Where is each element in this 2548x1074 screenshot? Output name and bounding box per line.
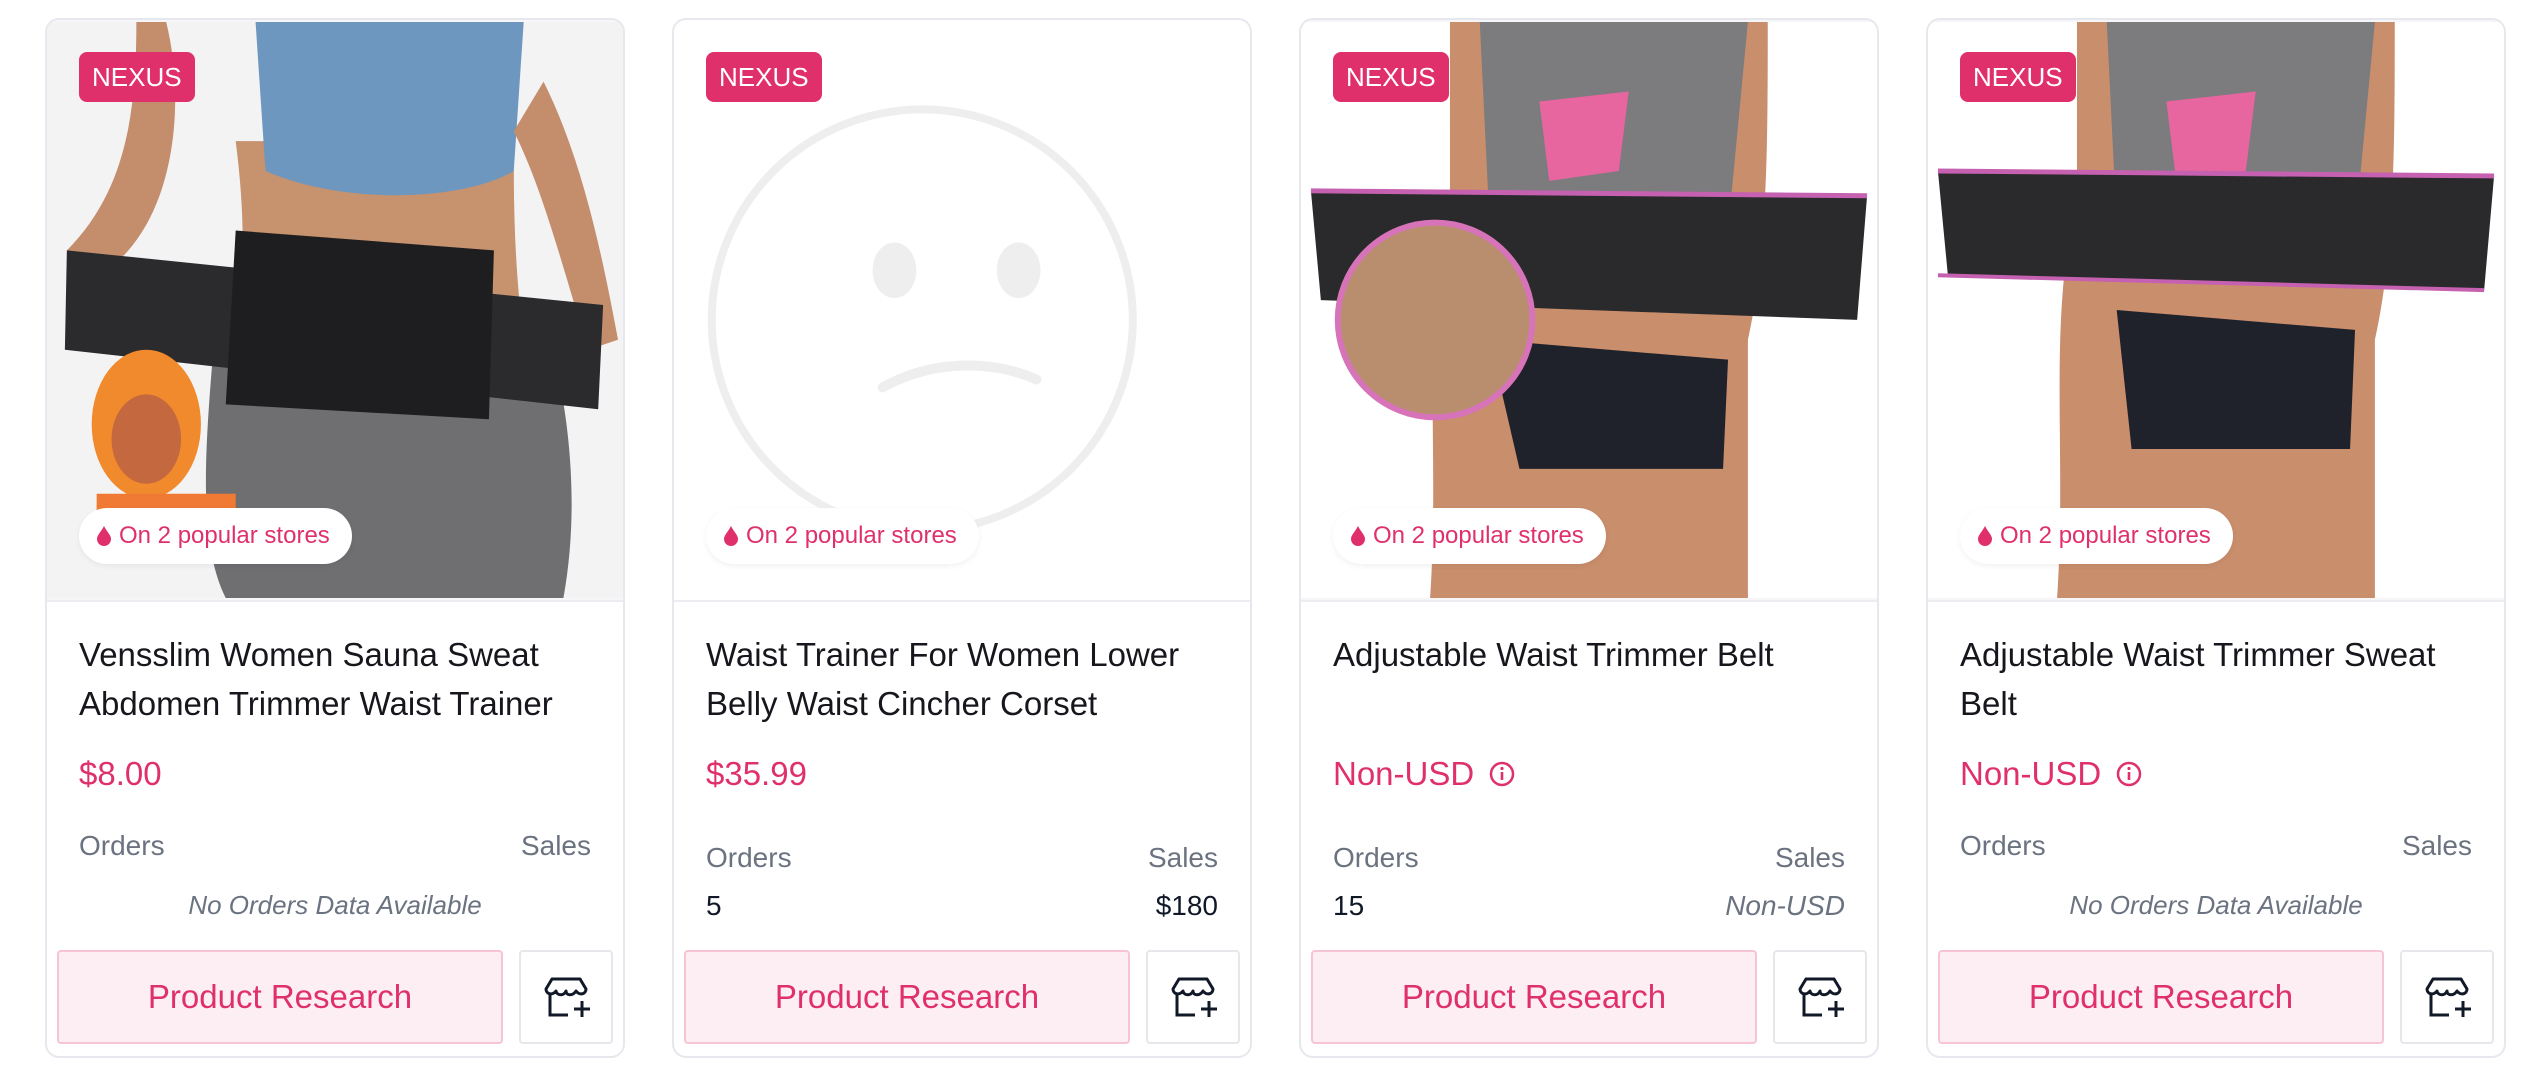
info-icon[interactable] bbox=[2115, 760, 2143, 788]
sales-label: Sales bbox=[2401, 830, 2472, 861]
orders-value: 5 bbox=[706, 890, 722, 921]
no-orders-message: No Orders Data Available bbox=[188, 890, 482, 920]
product-research-button[interactable]: Product Research bbox=[57, 950, 503, 1044]
brand-badge: NEXUS bbox=[1333, 52, 1449, 102]
popular-stores-text: On 2 popular stores bbox=[2000, 522, 2211, 549]
price-text: $8.00 bbox=[79, 755, 162, 792]
product-price: Non-USD bbox=[1333, 755, 1516, 793]
product-title[interactable]: Waist Trainer For Women Lower Belly Wais… bbox=[706, 630, 1226, 728]
store-add-icon bbox=[544, 977, 590, 1017]
popular-stores-text: On 2 popular stores bbox=[119, 522, 330, 549]
popular-stores-badge: On 2 popular stores bbox=[1960, 508, 2233, 564]
product-price: $8.00 bbox=[79, 755, 162, 793]
add-to-store-button[interactable] bbox=[1773, 950, 1867, 1044]
orders-label: Orders bbox=[1333, 842, 1419, 873]
product-research-button[interactable]: Product Research bbox=[684, 950, 1130, 1044]
product-card[interactable]: NEXUS On 2 popular stores Adjustable Wai… bbox=[1926, 18, 2506, 1058]
product-research-button[interactable]: Product Research bbox=[1938, 950, 2384, 1044]
add-to-store-button[interactable] bbox=[2400, 950, 2494, 1044]
no-orders-message: No Orders Data Available bbox=[2069, 890, 2363, 920]
flame-icon bbox=[724, 526, 738, 546]
sales-label: Sales bbox=[1774, 842, 1845, 873]
popular-stores-text: On 2 popular stores bbox=[1373, 522, 1584, 549]
product-card[interactable]: NEXUS On 2 popular stores Vensslim Women… bbox=[45, 18, 625, 1058]
store-add-icon bbox=[2425, 977, 2471, 1017]
product-title[interactable]: Adjustable Waist Trimmer Belt bbox=[1333, 630, 1853, 679]
brand-badge: NEXUS bbox=[706, 52, 822, 102]
flame-icon bbox=[1978, 526, 1992, 546]
price-text: Non-USD bbox=[1333, 755, 1475, 792]
product-grid: NEXUS On 2 popular stores Vensslim Women… bbox=[45, 18, 2506, 1058]
brand-badge: NEXUS bbox=[79, 52, 195, 102]
divider bbox=[1928, 600, 2504, 602]
flame-icon bbox=[97, 526, 111, 546]
sales-value: $180 bbox=[1155, 890, 1218, 921]
add-to-store-button[interactable] bbox=[519, 950, 613, 1044]
price-text: $35.99 bbox=[706, 755, 807, 792]
orders-value: 15 bbox=[1333, 890, 1365, 921]
brand-badge: NEXUS bbox=[1960, 52, 2076, 102]
divider bbox=[1301, 600, 1877, 602]
store-add-icon bbox=[1171, 977, 1217, 1017]
product-research-button[interactable]: Product Research bbox=[1311, 950, 1757, 1044]
product-price: Non-USD bbox=[1960, 755, 2143, 793]
popular-stores-badge: On 2 popular stores bbox=[706, 508, 979, 564]
product-card[interactable]: NEXUS On 2 popular stores Waist Trainer … bbox=[672, 18, 1252, 1058]
popular-stores-badge: On 2 popular stores bbox=[1333, 508, 1606, 564]
sales-label: Sales bbox=[520, 830, 591, 861]
store-add-icon bbox=[1798, 977, 1844, 1017]
orders-label: Orders bbox=[1960, 830, 2046, 861]
flame-icon bbox=[1351, 526, 1365, 546]
sales-value: Non-USD bbox=[1725, 890, 1845, 921]
product-title[interactable]: Adjustable Waist Trimmer Sweat Belt bbox=[1960, 630, 2480, 728]
divider bbox=[674, 600, 1250, 602]
divider bbox=[47, 600, 623, 602]
product-price: $35.99 bbox=[706, 755, 807, 793]
product-card[interactable]: NEXUS On 2 popular stores Adjustable Wai… bbox=[1299, 18, 1879, 1058]
price-text: Non-USD bbox=[1960, 755, 2102, 792]
orders-label: Orders bbox=[79, 830, 165, 861]
orders-label: Orders bbox=[706, 842, 792, 873]
sales-label: Sales bbox=[1147, 842, 1218, 873]
popular-stores-text: On 2 popular stores bbox=[746, 522, 957, 549]
info-icon[interactable] bbox=[1488, 760, 1516, 788]
product-title[interactable]: Vensslim Women Sauna Sweat Abdomen Trimm… bbox=[79, 630, 599, 728]
add-to-store-button[interactable] bbox=[1146, 950, 1240, 1044]
popular-stores-badge: On 2 popular stores bbox=[79, 508, 352, 564]
